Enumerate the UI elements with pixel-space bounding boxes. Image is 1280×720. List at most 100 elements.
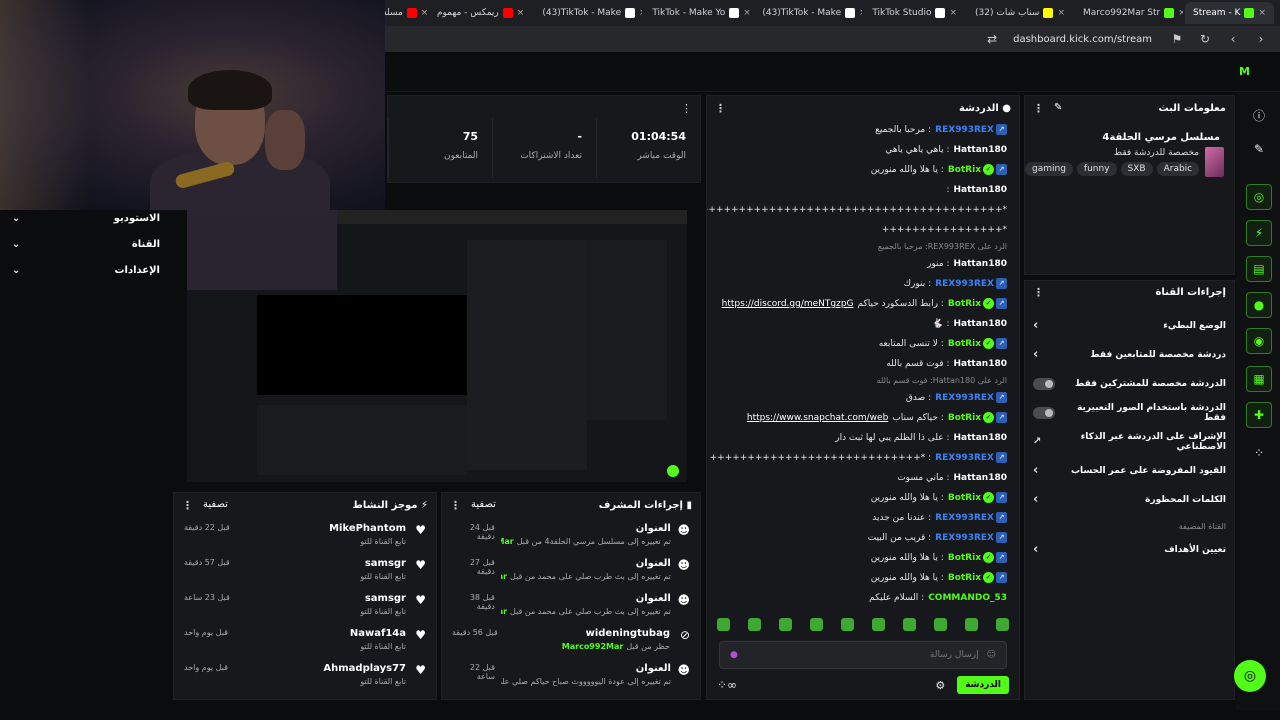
emoji-icon[interactable]: ☺ — [987, 650, 996, 660]
emote-icon[interactable] — [841, 618, 854, 631]
close-icon[interactable]: × — [421, 8, 427, 18]
chat-username[interactable]: REX993REX — [935, 453, 994, 463]
activity-username[interactable]: Nawaf14a — [350, 628, 406, 639]
mod-action-by[interactable]: Marco992Mar — [501, 607, 507, 616]
channel-action-item[interactable]: الوضع البطيء › — [1025, 311, 1234, 340]
more-icon[interactable]: ⋮ — [715, 102, 726, 115]
chat-link[interactable]: https://discord.gg/meNTgzpG — [722, 299, 854, 309]
chat-username[interactable]: BotRix — [948, 573, 981, 583]
emote-icon[interactable] — [903, 618, 916, 631]
chat-username[interactable]: BotRix — [948, 413, 981, 423]
clipboard-icon[interactable]: ▤ — [1246, 256, 1272, 282]
layout-icon[interactable]: ▦ — [1246, 366, 1272, 392]
mod-action-by[interactable]: Marco992Mar — [501, 572, 507, 581]
close-icon[interactable]: × — [639, 8, 642, 18]
chat-username[interactable]: BotRix — [948, 165, 981, 175]
channel-action-item[interactable]: الدردشة مخصصة للمشتركين فقط — [1025, 369, 1234, 398]
close-icon[interactable]: × — [859, 8, 862, 18]
reload-icon[interactable]: ↻ — [1198, 32, 1212, 46]
chat-username[interactable]: Hattan180 — [954, 433, 1007, 443]
browser-tab[interactable]: (43)TikTok - Make × — [534, 2, 642, 24]
lightning-icon[interactable]: ⚡ — [1246, 220, 1272, 246]
emote-picker-icon[interactable]: ∞⁘ — [717, 678, 737, 692]
channel-action-item[interactable]: الكلمات المحظورة › — [1025, 485, 1234, 514]
filter-button[interactable]: تصفية — [471, 499, 496, 512]
browser-tab[interactable]: (43)TikTok - Make × — [754, 2, 862, 24]
help-chat-button[interactable]: ◎ — [1234, 660, 1266, 692]
more-icon[interactable]: ⋮ — [450, 499, 461, 512]
wrench-icon[interactable]: ✚ — [1246, 402, 1272, 428]
emote-icon[interactable] — [779, 618, 792, 631]
chat-username[interactable]: BotRix — [948, 553, 981, 563]
activity-username[interactable]: samsgr — [360, 593, 406, 604]
chat-username[interactable]: COMMANDO_53 — [928, 593, 1007, 603]
info-icon[interactable]: ⓘ — [1246, 102, 1272, 128]
mod-action-by[interactable]: Marco992Mar — [501, 537, 514, 546]
chat-username[interactable]: Hattan180 — [954, 319, 1007, 329]
chat-link[interactable]: https://www.snapchat.com/web — [747, 413, 888, 423]
close-icon[interactable]: × — [1178, 8, 1183, 18]
close-icon[interactable]: × — [743, 8, 751, 18]
emote-icon[interactable] — [717, 618, 730, 631]
more-icon[interactable]: ⋮ — [1033, 102, 1044, 115]
nav-channel[interactable]: القناة ⌄ — [0, 231, 170, 257]
close-icon[interactable]: × — [517, 8, 525, 18]
set-goals-item[interactable]: تعيين الأهداف › — [1025, 535, 1234, 564]
forward-icon[interactable]: › — [1254, 32, 1268, 46]
activity-username[interactable]: MikePhantom — [329, 523, 406, 534]
emote-icon[interactable] — [965, 618, 978, 631]
settings-icon[interactable]: ⚙ — [935, 679, 945, 692]
channel-action-item[interactable]: الدردشة باستخدام الصور التعبيرية فقط — [1025, 398, 1234, 427]
emote-icon[interactable] — [748, 618, 761, 631]
chat-username[interactable]: REX993REX — [935, 513, 994, 523]
target-icon[interactable]: ◎ — [1246, 184, 1272, 210]
mic-icon[interactable]: ● — [730, 650, 738, 660]
pencil-icon[interactable]: ✎ — [1054, 102, 1062, 115]
bookmark-icon[interactable]: ⚑ — [1170, 32, 1184, 46]
browser-tab[interactable]: TikTok - Make Yo × — [644, 2, 752, 24]
back-icon[interactable]: ‹ — [1226, 32, 1240, 46]
browser-tab[interactable]: ريمكس - مهموم × — [429, 2, 532, 24]
emote-icon[interactable] — [996, 618, 1009, 631]
emote-icon[interactable] — [934, 618, 947, 631]
browser-tab[interactable]: Stream - K × — [1185, 2, 1274, 24]
chat-username[interactable]: Hattan180 — [954, 359, 1007, 369]
close-icon[interactable]: × — [1258, 8, 1266, 18]
chat-username[interactable]: Hattan180 — [954, 473, 1007, 483]
chat-input[interactable]: ☺ إرسال رسالة ● — [719, 641, 1007, 669]
address-field[interactable]: dashboard.kick.com/stream — [1013, 34, 1152, 45]
more-apps-icon[interactable]: ⁘ — [1246, 440, 1272, 466]
chat-username[interactable]: REX993REX — [935, 279, 994, 289]
chat-username[interactable]: Hattan180 — [954, 259, 1007, 269]
filter-button[interactable]: تصفية — [203, 499, 228, 512]
send-button[interactable]: الدردشة — [957, 676, 1009, 694]
chat-username[interactable]: Hattan180 — [954, 185, 1007, 195]
activity-username[interactable]: samsgr — [360, 558, 406, 569]
more-icon[interactable]: ⋮ — [1033, 286, 1044, 299]
toggle-switch[interactable] — [1033, 406, 1055, 419]
close-icon[interactable]: × — [1057, 8, 1065, 18]
emote-icon[interactable] — [810, 618, 823, 631]
more-icon[interactable]: ⋮ — [681, 102, 692, 115]
chat-username[interactable]: REX993REX — [935, 533, 994, 543]
chat-username[interactable]: BotRix — [948, 299, 981, 309]
translate-icon[interactable]: ⇄ — [985, 32, 999, 46]
mod-action-by[interactable]: Marco992Mar — [562, 642, 624, 651]
activity-username[interactable]: Ahmadplays77 — [323, 663, 406, 674]
chat-username[interactable]: REX993REX — [935, 125, 994, 135]
emote-icon[interactable] — [872, 618, 885, 631]
browser-tab[interactable]: TikTok Studio × — [864, 2, 965, 24]
browser-tab[interactable]: (32) سناب شات × — [967, 2, 1073, 24]
chat-username[interactable]: BotRix — [948, 339, 981, 349]
more-icon[interactable]: ⋮ — [182, 499, 193, 512]
chat-username[interactable]: REX993REX — [935, 393, 994, 403]
channel-action-item[interactable]: القيود المفروضة على عمر الحساب › — [1025, 456, 1234, 485]
chat-username[interactable]: Hattan180 — [954, 145, 1007, 155]
close-icon[interactable]: × — [949, 8, 957, 18]
stream-preview[interactable] — [187, 210, 687, 482]
chat-bubble-icon[interactable]: ● — [1246, 292, 1272, 318]
toggle-switch[interactable] — [1033, 377, 1055, 390]
browser-tab[interactable]: Marco992Mar Str × — [1075, 2, 1183, 24]
broadcast-icon[interactable]: ◉ — [1246, 328, 1272, 354]
channel-action-item[interactable]: الإشراف على الدردشة عبر الذكاء الاصطناعي… — [1025, 427, 1234, 456]
